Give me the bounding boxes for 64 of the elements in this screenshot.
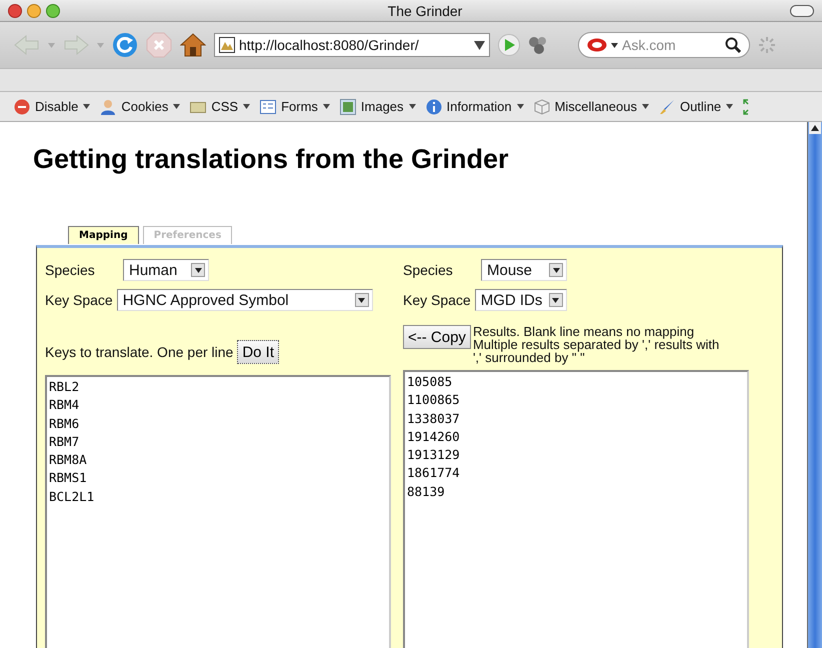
do-it-button[interactable]: Do It [237, 340, 280, 364]
key-space-select[interactable]: HGNC Approved Symbol [116, 289, 373, 311]
toolbar-menu[interactable]: Disable [14, 98, 90, 114]
caret-icon [408, 104, 416, 109]
scrollbar[interactable] [807, 122, 822, 648]
caret-icon[interactable] [474, 40, 485, 50]
page-icon [219, 37, 235, 53]
species-label: Species [403, 262, 454, 278]
person-icon [100, 98, 116, 114]
caret-icon [322, 104, 330, 109]
toolbar-menu[interactable]: Outline [658, 98, 734, 114]
toolbar-menu[interactable]: Forms [260, 98, 330, 114]
toolbar-menu[interactable]: Cookies [100, 98, 180, 114]
key-space-label: Key Space [45, 292, 113, 308]
copy-button[interactable]: <-- Copy [403, 325, 471, 349]
extension-icon[interactable] [528, 35, 548, 55]
reload-icon[interactable] [112, 32, 138, 58]
address-field[interactable]: http://localhost:8080/Grinder/ [214, 33, 490, 57]
zoom-button[interactable] [46, 4, 60, 18]
caret-icon [726, 104, 734, 109]
home-icon[interactable] [180, 33, 206, 57]
caret-icon [611, 42, 618, 48]
page-heading: Getting translations from the Grinder [33, 143, 510, 176]
search-icon[interactable] [725, 37, 741, 53]
toolbar-menu[interactable]: Miscellaneous [534, 98, 649, 114]
caret-icon [552, 268, 560, 272]
close-button[interactable] [8, 4, 22, 18]
caret-icon [552, 298, 560, 302]
toolbar-toggle-button[interactable] [790, 4, 814, 16]
search-engine-icon[interactable] [587, 38, 607, 52]
results-field[interactable]: 105085 1100865 1338037 1914260 1913129 1861774 88139 [403, 370, 749, 648]
key-space-label: Key Space [403, 292, 471, 308]
caret-icon [642, 104, 649, 109]
keys-label: Keys to translate. One per line [45, 344, 234, 360]
brush-icon [658, 98, 675, 114]
form-icon [260, 98, 276, 114]
search-field[interactable]: Ask.com [578, 32, 750, 58]
key-space-select[interactable]: MGD IDs [474, 289, 567, 311]
caret-icon [516, 104, 524, 109]
window-title: The Grinder [386, 2, 464, 18]
scroll-up-icon[interactable] [809, 122, 821, 134]
caret-icon [173, 104, 180, 109]
caret-icon [358, 298, 366, 302]
results-note: Results. Blank line means no mapping Multiple results separated by ',' results with ',' surrounded by " " [472, 325, 720, 364]
cube-icon [534, 98, 550, 114]
caret-icon [83, 104, 90, 109]
toolbar-menu[interactable]: Information [426, 98, 524, 114]
toolbar-menu[interactable]: Images [340, 98, 416, 114]
minimize-button[interactable] [27, 4, 41, 18]
caret-icon [243, 104, 250, 109]
toolbar-menu[interactable]: CSS [190, 98, 250, 114]
caret-icon [48, 42, 55, 48]
disable-icon [14, 98, 30, 114]
caret-icon [97, 42, 104, 48]
loading-spinner-icon [758, 36, 776, 54]
species-select[interactable]: Human [123, 259, 209, 281]
information-icon [426, 98, 442, 114]
species-label: Species [45, 262, 96, 278]
tab[interactable]: Mapping [68, 226, 139, 244]
caret-icon [194, 268, 202, 272]
keys-field[interactable]: RBL2 RBM4 RBM6 RBM7 RBM8A RBMS1 BCL2L1 [45, 375, 391, 648]
species-select[interactable]: Mouse [481, 259, 567, 281]
image-icon [340, 98, 356, 114]
go-icon[interactable] [498, 34, 520, 56]
